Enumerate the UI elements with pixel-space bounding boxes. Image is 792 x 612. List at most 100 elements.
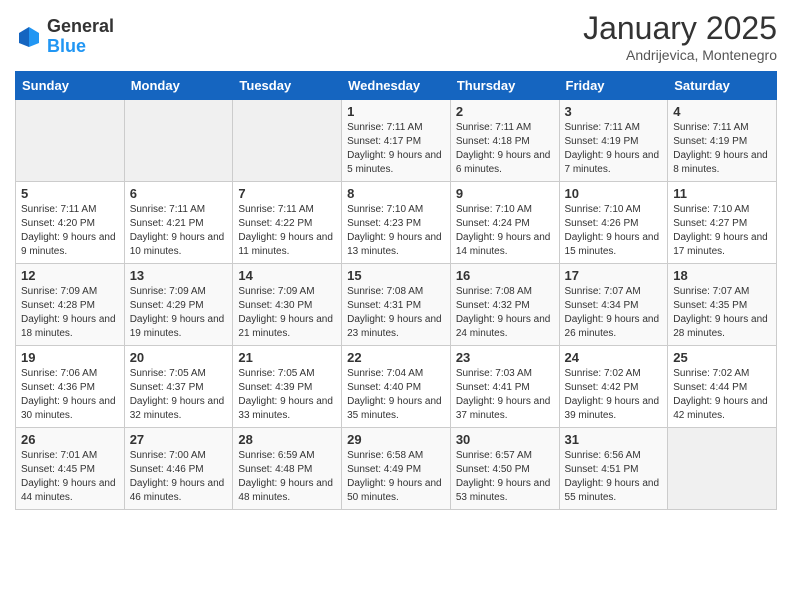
day-cell: 4 Sunrise: 7:11 AM Sunset: 4:19 PM Daylig… [668,100,777,182]
day-info: Sunrise: 7:10 AM Sunset: 4:23 PM Dayligh… [347,203,445,259]
day-info: Sunrise: 7:09 AM Sunset: 4:30 PM Dayligh… [238,285,336,341]
logo-blue-text: Blue [47,37,114,57]
calendar-body: 1 Sunrise: 7:11 AM Sunset: 4:17 PM Daylig… [16,100,777,510]
day-number: 27 [130,432,228,447]
header-cell-wednesday: Wednesday [342,72,451,100]
header-cell-thursday: Thursday [450,72,559,100]
day-cell: 28Sunrise: 6:59 AM Sunset: 4:48 PM Dayli… [233,428,342,510]
day-cell: 11Sunrise: 7:10 AM Sunset: 4:27 PM Dayli… [668,182,777,264]
day-number: 14 [238,268,336,283]
day-number: 10 [565,186,663,201]
day-cell: 3 Sunrise: 7:11 AM Sunset: 4:19 PM Daylig… [559,100,668,182]
day-cell: 25 Sunrise: 7:02 AM Sunset: 4:44 PM Dayli… [668,346,777,428]
day-info: Sunrise: 7:11 AM Sunset: 4:20 PM Dayligh… [21,203,119,259]
day-cell: 14 Sunrise: 7:09 AM Sunset: 4:30 PM Dayli… [233,264,342,346]
day-info: Sunrise: 7:08 AM Sunset: 4:31 PM Dayligh… [347,285,445,341]
day-number: 18 [673,268,771,283]
day-cell: 30 Sunrise: 6:57 AM Sunset: 4:50 PM Dayli… [450,428,559,510]
week-row-1: 1 Sunrise: 7:11 AM Sunset: 4:17 PM Daylig… [16,100,777,182]
day-cell: 9Sunrise: 7:10 AM Sunset: 4:24 PM Daylig… [450,182,559,264]
day-cell: 18Sunrise: 7:07 AM Sunset: 4:35 PM Dayli… [668,264,777,346]
day-info: Sunrise: 6:59 AM Sunset: 4:48 PM Dayligh… [238,449,336,505]
day-cell: 22 Sunrise: 7:04 AM Sunset: 4:40 PM Dayli… [342,346,451,428]
day-cell [124,100,233,182]
day-info: Sunrise: 7:10 AM Sunset: 4:26 PM Dayligh… [565,203,663,259]
day-cell: 27 Sunrise: 7:00 AM Sunset: 4:46 PM Dayli… [124,428,233,510]
day-cell: 26 Sunrise: 7:01 AM Sunset: 4:45 PM Dayli… [16,428,125,510]
day-cell: 8 Sunrise: 7:10 AM Sunset: 4:23 PM Daylig… [342,182,451,264]
day-number: 2 [456,104,554,119]
day-number: 12 [21,268,119,283]
day-number: 22 [347,350,445,365]
day-number: 13 [130,268,228,283]
day-cell: 5Sunrise: 7:11 AM Sunset: 4:20 PM Daylig… [16,182,125,264]
header-cell-sunday: Sunday [16,72,125,100]
week-row-2: 5Sunrise: 7:11 AM Sunset: 4:20 PM Daylig… [16,182,777,264]
header-row: SundayMondayTuesdayWednesdayThursdayFrid… [16,72,777,100]
day-cell: 29Sunrise: 6:58 AM Sunset: 4:49 PM Dayli… [342,428,451,510]
day-info: Sunrise: 6:57 AM Sunset: 4:50 PM Dayligh… [456,449,554,505]
day-number: 6 [130,186,228,201]
day-info: Sunrise: 7:05 AM Sunset: 4:37 PM Dayligh… [130,367,228,423]
day-number: 3 [565,104,663,119]
day-info: Sunrise: 7:11 AM Sunset: 4:19 PM Dayligh… [565,121,663,177]
day-number: 1 [347,104,445,119]
day-cell [233,100,342,182]
day-cell: 12 Sunrise: 7:09 AM Sunset: 4:28 PM Dayli… [16,264,125,346]
day-info: Sunrise: 7:01 AM Sunset: 4:45 PM Dayligh… [21,449,119,505]
day-info: Sunrise: 7:11 AM Sunset: 4:18 PM Dayligh… [456,121,554,177]
day-info: Sunrise: 7:07 AM Sunset: 4:34 PM Dayligh… [565,285,663,341]
day-number: 20 [130,350,228,365]
header-cell-friday: Friday [559,72,668,100]
day-info: Sunrise: 7:09 AM Sunset: 4:29 PM Dayligh… [130,285,228,341]
day-cell: 23Sunrise: 7:03 AM Sunset: 4:41 PM Dayli… [450,346,559,428]
day-info: Sunrise: 7:11 AM Sunset: 4:19 PM Dayligh… [673,121,771,177]
logo-icon [15,23,43,51]
day-number: 8 [347,186,445,201]
day-cell: 10 Sunrise: 7:10 AM Sunset: 4:26 PM Dayli… [559,182,668,264]
day-number: 4 [673,104,771,119]
day-cell: 31Sunrise: 6:56 AM Sunset: 4:51 PM Dayli… [559,428,668,510]
day-info: Sunrise: 7:09 AM Sunset: 4:28 PM Dayligh… [21,285,119,341]
calendar-subtitle: Andrijevica, Montenegro [583,47,777,63]
day-cell: 17 Sunrise: 7:07 AM Sunset: 4:34 PM Dayli… [559,264,668,346]
header-cell-tuesday: Tuesday [233,72,342,100]
day-number: 16 [456,268,554,283]
day-cell: 21Sunrise: 7:05 AM Sunset: 4:39 PM Dayli… [233,346,342,428]
day-cell: 24 Sunrise: 7:02 AM Sunset: 4:42 PM Dayli… [559,346,668,428]
day-cell [16,100,125,182]
day-number: 31 [565,432,663,447]
day-info: Sunrise: 7:00 AM Sunset: 4:46 PM Dayligh… [130,449,228,505]
day-info: Sunrise: 7:10 AM Sunset: 4:24 PM Dayligh… [456,203,554,259]
day-info: Sunrise: 7:11 AM Sunset: 4:17 PM Dayligh… [347,121,445,177]
day-info: Sunrise: 7:11 AM Sunset: 4:21 PM Dayligh… [130,203,228,259]
day-cell: 2 Sunrise: 7:11 AM Sunset: 4:18 PM Daylig… [450,100,559,182]
day-number: 30 [456,432,554,447]
day-info: Sunrise: 7:04 AM Sunset: 4:40 PM Dayligh… [347,367,445,423]
day-cell: 19Sunrise: 7:06 AM Sunset: 4:36 PM Dayli… [16,346,125,428]
day-number: 11 [673,186,771,201]
logo-general-text: General [47,17,114,37]
day-number: 21 [238,350,336,365]
day-number: 26 [21,432,119,447]
day-number: 25 [673,350,771,365]
day-info: Sunrise: 7:02 AM Sunset: 4:42 PM Dayligh… [565,367,663,423]
day-cell: 7 Sunrise: 7:11 AM Sunset: 4:22 PM Daylig… [233,182,342,264]
day-info: Sunrise: 7:02 AM Sunset: 4:44 PM Dayligh… [673,367,771,423]
calendar-table: SundayMondayTuesdayWednesdayThursdayFrid… [15,71,777,510]
day-info: Sunrise: 7:06 AM Sunset: 4:36 PM Dayligh… [21,367,119,423]
day-number: 17 [565,268,663,283]
day-number: 7 [238,186,336,201]
day-cell: 15Sunrise: 7:08 AM Sunset: 4:31 PM Dayli… [342,264,451,346]
day-number: 24 [565,350,663,365]
week-row-4: 19Sunrise: 7:06 AM Sunset: 4:36 PM Dayli… [16,346,777,428]
header-cell-saturday: Saturday [668,72,777,100]
day-cell: 1 Sunrise: 7:11 AM Sunset: 4:17 PM Daylig… [342,100,451,182]
calendar-header: SundayMondayTuesdayWednesdayThursdayFrid… [16,72,777,100]
day-cell: 13 Sunrise: 7:09 AM Sunset: 4:29 PM Dayli… [124,264,233,346]
day-cell [668,428,777,510]
day-info: Sunrise: 7:11 AM Sunset: 4:22 PM Dayligh… [238,203,336,259]
week-row-5: 26 Sunrise: 7:01 AM Sunset: 4:45 PM Dayli… [16,428,777,510]
header-cell-monday: Monday [124,72,233,100]
day-info: Sunrise: 7:03 AM Sunset: 4:41 PM Dayligh… [456,367,554,423]
